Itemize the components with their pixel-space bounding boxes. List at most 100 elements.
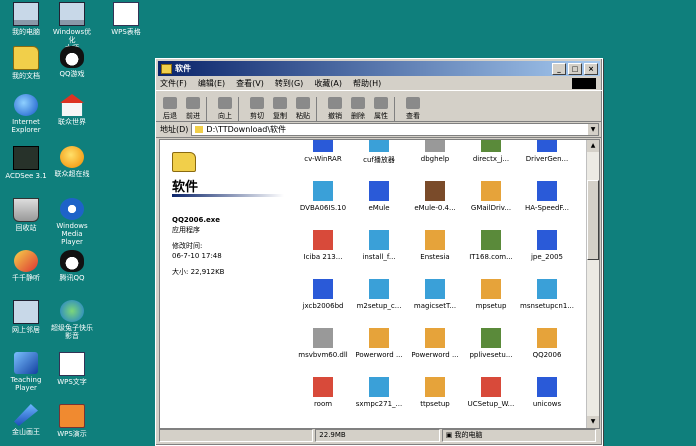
file-item[interactable]: cuf播放器 <box>349 140 409 165</box>
file-item[interactable]: dbghelp <box>405 140 465 163</box>
scroll-thumb[interactable] <box>587 180 599 260</box>
file-name: Enstesia <box>420 253 450 261</box>
cut-icon <box>250 97 264 109</box>
file-item[interactable]: DriverGen... <box>517 140 577 163</box>
file-item[interactable]: UCSetup_W... <box>461 377 521 408</box>
address-input[interactable]: D:\TTDownload\软件 ▼ <box>191 123 599 136</box>
file-name: magicsetT... <box>413 302 457 310</box>
file-item[interactable]: Powerword ... <box>405 328 465 359</box>
file-item[interactable]: cv-WinRAR <box>293 140 353 163</box>
paste-icon <box>296 97 310 109</box>
desktop-icon[interactable]: 金山画王 <box>4 404 48 436</box>
file-item[interactable]: Iciba 213... <box>293 230 353 261</box>
desktop-icon[interactable]: 联众超在线 <box>50 146 94 178</box>
vertical-scrollbar[interactable]: ▲ ▼ <box>586 140 599 428</box>
file-item[interactable]: pplivesetu... <box>461 328 521 359</box>
file-item[interactable]: install_f... <box>349 230 409 261</box>
desktop-icon[interactable]: 千千静听 <box>4 250 48 282</box>
delete-button[interactable]: 删除 <box>348 97 368 121</box>
installer-icon <box>369 377 389 397</box>
desktop-icon-label: WPS文字 <box>57 378 87 386</box>
file-item[interactable]: QQ2006 <box>517 328 577 359</box>
desktop-icon[interactable]: Teaching Player <box>4 352 48 392</box>
cut-button[interactable]: 剪切 <box>247 97 267 121</box>
desktop-icon[interactable]: WPS文字 <box>50 352 94 386</box>
views-button[interactable]: 查看 <box>403 97 423 121</box>
file-item[interactable]: jpe_2005 <box>517 230 577 261</box>
minimize-button[interactable]: _ <box>552 62 566 75</box>
desktop-icon[interactable]: Windows优化 大师 <box>50 2 94 52</box>
file-item[interactable]: GMailDriv... <box>461 181 521 212</box>
desktop-icon[interactable]: Internet Explorer <box>4 94 48 134</box>
desktop-icon-label: 联众超在线 <box>54 170 90 178</box>
file-item[interactable]: sxmpc271_... <box>349 377 409 408</box>
back-icon <box>163 97 177 109</box>
desktop-icon[interactable]: ACDSee 3.1 <box>4 146 48 180</box>
undo-button[interactable]: 撤销 <box>325 97 345 121</box>
file-item[interactable]: room <box>293 377 353 408</box>
file-name: room <box>313 400 333 408</box>
msn-icon <box>537 279 557 299</box>
file-item[interactable]: unicows <box>517 377 577 408</box>
properties-button[interactable]: 属性 <box>371 97 391 121</box>
menu-item[interactable]: 编辑(E) <box>198 78 225 89</box>
maximize-button[interactable]: □ <box>568 62 582 75</box>
desktop-icon[interactable]: WPS表格 <box>104 2 148 36</box>
menu-item[interactable]: 文件(F) <box>160 78 187 89</box>
forward-button[interactable]: 前进 <box>183 97 203 121</box>
desktop-icon[interactable]: QQ游戏 <box>50 46 94 78</box>
desktop-icon[interactable]: 网上邻居 <box>4 300 48 334</box>
file-item[interactable]: msnsetupcn1... <box>517 279 577 310</box>
menu-item[interactable]: 收藏(A) <box>314 78 342 89</box>
file-item[interactable]: directx_j... <box>461 140 521 163</box>
rar-icon <box>537 181 557 201</box>
scroll-down-button[interactable]: ▼ <box>587 416 599 428</box>
chevron-down-icon[interactable]: ▼ <box>588 124 598 135</box>
menu-item[interactable]: 查看(V) <box>236 78 264 89</box>
desktop-icon[interactable]: 我的电脑 <box>4 2 48 36</box>
copy-icon <box>273 97 287 109</box>
room-icon <box>313 377 333 397</box>
menu-item[interactable]: 转到(G) <box>275 78 303 89</box>
player-icon <box>369 140 389 152</box>
desktop-icon-label: WPS演示 <box>57 430 87 438</box>
paste-button[interactable]: 粘贴 <box>293 97 313 121</box>
file-item[interactable]: Powerword ... <box>349 328 409 359</box>
file-item[interactable]: msvbvm60.dll <box>293 328 353 359</box>
desktop-icon[interactable]: 腾讯QQ <box>50 250 94 282</box>
up-button[interactable]: 向上 <box>215 97 235 121</box>
menu-item[interactable]: 帮助(H) <box>353 78 381 89</box>
file-item[interactable]: ttpsetup <box>405 377 465 408</box>
file-item[interactable]: eMule <box>349 181 409 212</box>
file-item[interactable]: m2setup_c... <box>349 279 409 310</box>
desktop-icon-label: 我的文档 <box>12 72 40 80</box>
file-item[interactable]: Enstesia <box>405 230 465 261</box>
desktop-icon[interactable]: Windows Media Player <box>50 198 94 246</box>
title-bar[interactable]: 软件 _ □ × <box>158 61 600 76</box>
close-button[interactable]: × <box>584 62 598 75</box>
file-name: cuf播放器 <box>363 156 395 164</box>
copy-button[interactable]: 复制 <box>270 97 290 121</box>
file-item[interactable]: HA-SpeedF... <box>517 181 577 212</box>
desktop-icon[interactable]: 我的文档 <box>4 46 48 80</box>
desktop-icon[interactable]: WPS演示 <box>50 404 94 438</box>
file-item[interactable]: eMule-0.4... <box>405 181 465 212</box>
file-item[interactable]: magicsetT... <box>405 279 465 310</box>
back-button[interactable]: 后退 <box>160 97 180 121</box>
desktop-icon[interactable]: 回收站 <box>4 198 48 232</box>
status-location: ▣ 我的电脑 <box>441 429 596 442</box>
file-name: DriverGen... <box>525 155 569 163</box>
installer-icon <box>369 279 389 299</box>
file-item[interactable]: IT168.com... <box>461 230 521 261</box>
file-item[interactable]: mpsetup <box>461 279 521 310</box>
file-item[interactable]: jxcb2006bd <box>293 279 353 310</box>
wps-spreadsheet-icon <box>113 2 139 26</box>
file-item[interactable]: DVBA06IS.10 <box>293 181 353 212</box>
scroll-up-button[interactable]: ▲ <box>587 140 599 152</box>
toolbar-label: 复制 <box>273 112 287 120</box>
address-bar: 地址(D) D:\TTDownload\软件 ▼ <box>156 122 602 138</box>
ie-icon <box>14 94 38 116</box>
setup-icon <box>425 328 445 348</box>
desktop-icon[interactable]: 联众世界 <box>50 94 94 126</box>
desktop-icon[interactable]: 超级兔子快乐 影音 <box>50 300 94 340</box>
